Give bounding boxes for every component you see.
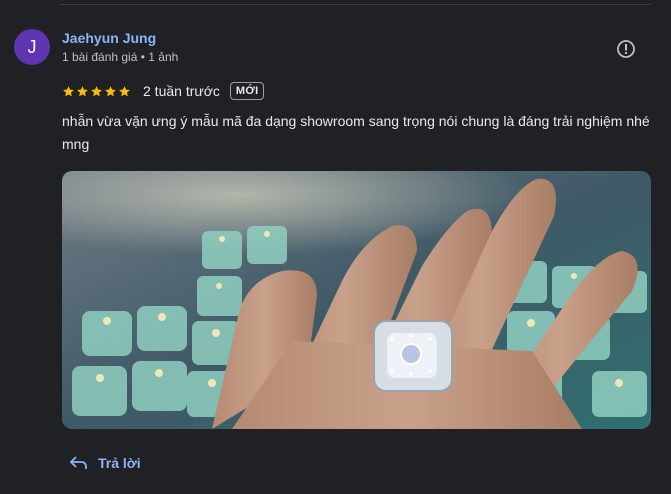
reply-arrow-icon xyxy=(70,456,87,469)
star-rating xyxy=(62,85,131,98)
avatar[interactable]: J xyxy=(14,29,50,65)
author-meta: 1 bài đánh giá • 1 ảnh xyxy=(62,50,179,64)
new-badge: MỚI xyxy=(229,82,265,100)
rating-row: 2 tuần trước MỚI xyxy=(62,80,265,102)
star-icon xyxy=(77,85,88,96)
review-photo[interactable] xyxy=(62,171,651,429)
reply-label: Trả lời xyxy=(98,455,141,471)
review-text: nhẫn vừa vặn ưng ý mẫu mã đa dạng showro… xyxy=(62,113,650,152)
review-time: 2 tuần trước xyxy=(143,83,220,99)
star-icon xyxy=(63,85,74,96)
star-icon xyxy=(105,85,116,96)
author-name[interactable]: Jaehyun Jung xyxy=(62,30,156,46)
top-divider xyxy=(60,4,651,5)
report-icon[interactable] xyxy=(616,39,636,59)
ring-photo-image xyxy=(62,171,651,429)
reply-button[interactable]: Trả lời xyxy=(70,455,141,471)
star-icon xyxy=(91,85,102,96)
star-icon xyxy=(119,85,130,96)
avatar-letter: J xyxy=(27,36,37,57)
ring xyxy=(373,320,453,392)
